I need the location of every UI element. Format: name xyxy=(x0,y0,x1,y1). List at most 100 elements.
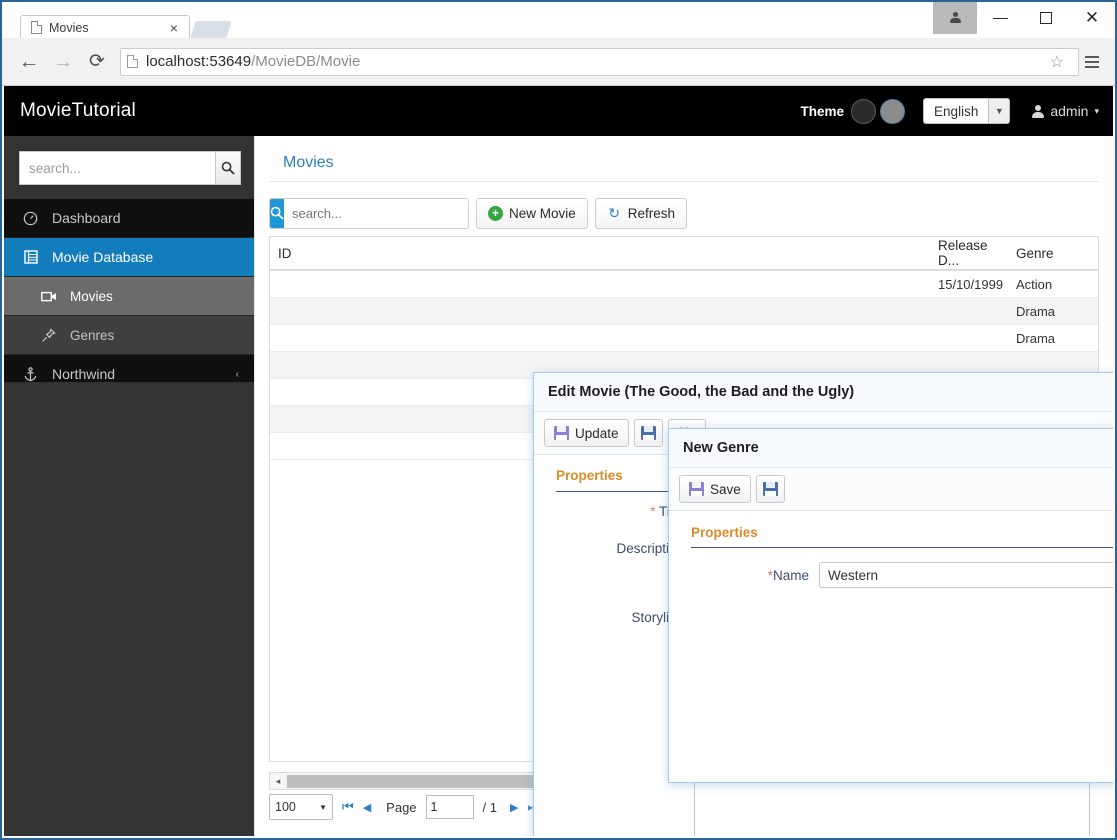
search-icon xyxy=(270,199,284,228)
menu-icon[interactable] xyxy=(1079,47,1105,77)
app-header: MovieTutorial Theme English ▼ admin ▾ xyxy=(4,86,1113,136)
grid-cell-release-date xyxy=(930,298,1008,324)
prev-page-button[interactable]: ◀ xyxy=(363,801,371,814)
table-row[interactable]: Drama xyxy=(270,325,1098,352)
new-genre-dialog-title: New Genre xyxy=(683,440,759,456)
browser-tab-movies[interactable]: Movies × xyxy=(20,15,190,39)
sidebar-item-movie-database[interactable]: Movie Database ⱟ xyxy=(4,238,254,277)
anchor-icon xyxy=(22,367,39,382)
quick-search[interactable]: all ▾ xyxy=(269,198,469,229)
brand-title[interactable]: MovieTutorial xyxy=(4,100,136,122)
grid-column-genre[interactable]: Genre xyxy=(1008,237,1078,269)
grid-cell-genre: Drama xyxy=(1008,325,1078,351)
browser-titlebar: Movies × ✕ xyxy=(2,2,1115,38)
sidebar-item-label: Genres xyxy=(70,328,114,343)
new-genre-dialog: New Genre ✖ Save Properties *Name xyxy=(668,428,1113,783)
maximize-button[interactable] xyxy=(1023,2,1069,34)
grid-cell-genre: Action xyxy=(1008,271,1078,297)
apply-changes-button[interactable] xyxy=(634,419,663,447)
genre-name-input[interactable]: Western xyxy=(819,562,1113,588)
dashboard-icon xyxy=(22,211,39,226)
chevron-down-icon: ▾ xyxy=(1094,106,1099,117)
sidebar-item-label: Dashboard xyxy=(52,210,121,226)
reload-icon[interactable]: ⟳ xyxy=(80,45,114,79)
chevron-down-icon: ▼ xyxy=(988,98,1010,124)
header-actions: Theme English ▼ admin ▾ xyxy=(801,98,1113,124)
browser-window: Movies × ✕ ← → ⟳ localhost:53649/MovieDB… xyxy=(0,0,1117,840)
table-row[interactable]: Drama xyxy=(270,298,1098,325)
new-genre-dialog-titlebar: New Genre ✖ xyxy=(669,429,1113,468)
first-page-button[interactable]: ⏮ xyxy=(342,799,354,815)
video-icon xyxy=(40,290,57,303)
new-movie-label: New Movie xyxy=(509,206,576,221)
grid-toolbar: all ▾ + New Movie ↻ Refresh xyxy=(269,196,1099,230)
close-icon[interactable]: × xyxy=(167,21,181,35)
grid-column-release-date[interactable]: Release D... xyxy=(930,237,1008,269)
new-genre-toolbar: Save xyxy=(669,468,1113,511)
theme-swatch-dark[interactable] xyxy=(851,99,876,124)
address-bar[interactable]: localhost:53649/MovieDB/Movie ☆ xyxy=(120,48,1079,76)
back-icon[interactable]: ← xyxy=(12,45,46,79)
app-root: MovieTutorial Theme English ▼ admin ▾ se… xyxy=(4,86,1113,836)
sidebar-item-label: Movies xyxy=(70,289,113,304)
refresh-button[interactable]: ↻ Refresh xyxy=(595,198,687,229)
save-icon xyxy=(689,482,704,496)
window-close-button[interactable]: ✕ xyxy=(1069,2,1115,34)
chevron-down-icon: ▼ xyxy=(319,803,327,812)
sidebar-item-label: Movie Database xyxy=(52,249,153,265)
refresh-icon: ↻ xyxy=(607,206,622,221)
section-properties: Properties xyxy=(691,525,1113,548)
sidebar-search-input[interactable] xyxy=(19,151,215,185)
save-icon xyxy=(554,426,569,440)
pin-icon xyxy=(40,328,57,343)
grid-column-id[interactable]: ID xyxy=(270,237,930,269)
theme-swatch-gray[interactable] xyxy=(880,99,905,124)
refresh-label: Refresh xyxy=(628,206,675,221)
grid-cell-id xyxy=(270,271,930,297)
chevron-left-icon: ‹ xyxy=(236,369,239,380)
bookmark-icon[interactable]: ☆ xyxy=(1042,52,1072,72)
user-name: admin xyxy=(1050,103,1088,119)
page-size-select[interactable]: 100 ▼ xyxy=(269,794,333,820)
sidebar-item-genres[interactable]: Genres xyxy=(4,316,254,355)
forward-icon[interactable]: → xyxy=(46,45,80,79)
update-label: Update xyxy=(575,426,619,441)
language-value: English xyxy=(923,98,988,124)
grid-cell-id xyxy=(270,298,930,324)
edit-movie-dialog-titlebar: Edit Movie (The Good, the Bad and the Ug… xyxy=(534,373,1113,412)
user-menu[interactable]: admin ▾ xyxy=(1032,103,1099,119)
apply-changes-button[interactable] xyxy=(756,475,785,503)
scroll-left-icon[interactable]: ◂ xyxy=(270,776,286,787)
grid-header-row: ID Release D... Genre xyxy=(270,237,1098,271)
save-label: Save xyxy=(710,482,741,497)
plus-icon: + xyxy=(488,206,503,221)
grid-cell-release-date: 15/10/1999 xyxy=(930,271,1008,297)
save-button[interactable]: Save xyxy=(679,475,751,503)
quick-search-input[interactable] xyxy=(284,199,469,228)
minimize-button[interactable] xyxy=(977,2,1023,34)
form-row-name: *Name Western xyxy=(669,562,1113,588)
sidebar-item-label: Northwind xyxy=(52,366,115,382)
address-bar-text: localhost:53649/MovieDB/Movie xyxy=(146,53,360,70)
tab-properties[interactable]: Properties xyxy=(556,456,623,491)
page-info-icon xyxy=(127,55,138,68)
language-select[interactable]: English ▼ xyxy=(923,98,1010,124)
grid-cell-id xyxy=(270,325,930,351)
new-movie-button[interactable]: + New Movie xyxy=(476,198,588,229)
sidebar-item-movies[interactable]: Movies xyxy=(4,277,254,316)
update-button[interactable]: Update xyxy=(544,419,629,447)
theme-label: Theme xyxy=(801,104,845,119)
profile-icon[interactable] xyxy=(933,2,977,34)
page-number-input[interactable]: 1 xyxy=(426,795,474,819)
search-icon[interactable] xyxy=(215,151,241,185)
new-tab-button[interactable] xyxy=(190,21,232,38)
edit-movie-dialog-title: Edit Movie (The Good, the Bad and the Ug… xyxy=(548,384,854,400)
database-icon xyxy=(22,250,39,264)
new-genre-body: Properties *Name Western xyxy=(669,511,1113,782)
save-icon xyxy=(763,482,778,496)
next-page-button[interactable]: ▶ xyxy=(510,801,518,814)
user-icon xyxy=(1032,105,1044,118)
sidebar-item-dashboard[interactable]: Dashboard xyxy=(4,199,254,238)
table-row[interactable]: 15/10/1999 Action xyxy=(270,271,1098,298)
tab-label: Movies xyxy=(49,21,160,35)
